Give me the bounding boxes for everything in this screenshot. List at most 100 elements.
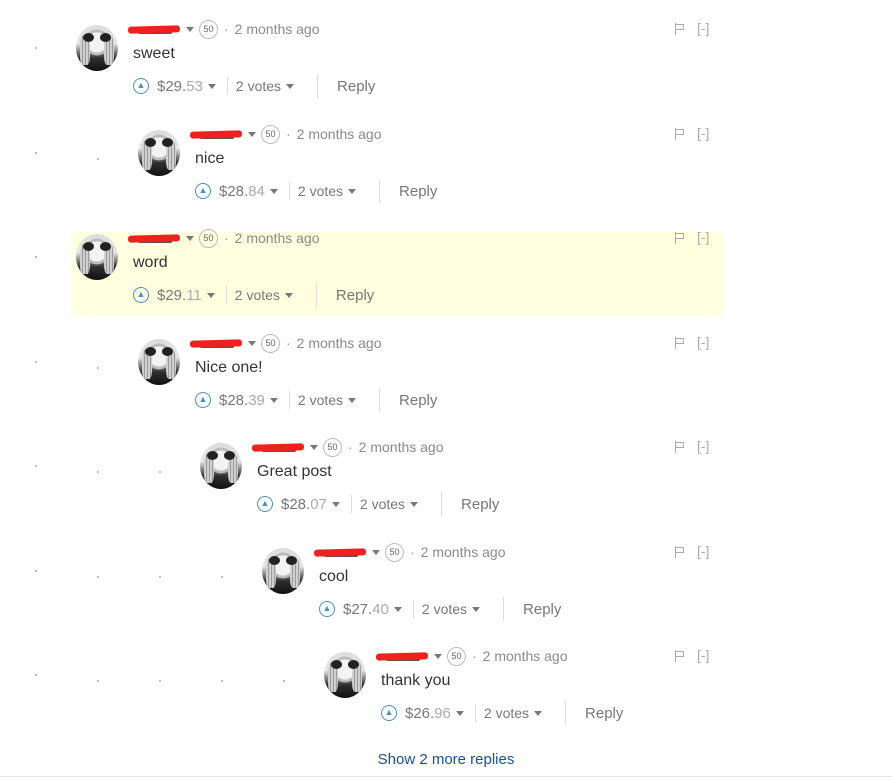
upvote-button[interactable]: ▲: [195, 183, 211, 199]
author-name-redacted[interactable]: [189, 337, 246, 349]
caret-down-icon[interactable]: [472, 606, 481, 612]
avatar[interactable]: [76, 25, 118, 71]
flag-icon[interactable]: [675, 650, 685, 662]
caret-down-icon[interactable]: [248, 340, 256, 346]
comment-footer: ▲ $29.53 2 votes Reply: [133, 73, 375, 99]
collapse-button[interactable]: [-]: [697, 125, 709, 141]
flag-icon[interactable]: [675, 546, 685, 558]
flag-icon[interactable]: [675, 337, 685, 349]
upvote-button[interactable]: ▲: [133, 78, 149, 94]
caret-down-icon[interactable]: [348, 397, 357, 403]
comment-timestamp[interactable]: 2 months ago: [483, 648, 568, 664]
flag-icon[interactable]: [675, 128, 685, 140]
payout-amount[interactable]: $27.40: [343, 601, 389, 618]
comment: 50 · 2 months ago Great post ▲ $28.07 2 …: [0, 437, 892, 551]
caret-down-icon[interactable]: [286, 83, 295, 89]
caret-down-icon[interactable]: [284, 292, 293, 298]
payout-amount[interactable]: $26.96: [405, 705, 451, 722]
reply-button[interactable]: Reply: [399, 392, 437, 409]
caret-down-icon[interactable]: [206, 292, 215, 298]
upvote-button[interactable]: ▲: [195, 392, 211, 408]
thread-guide-dot: [35, 152, 37, 154]
votes-count[interactable]: 2 votes: [484, 705, 529, 721]
avatar[interactable]: [200, 443, 242, 489]
comment-timestamp[interactable]: 2 months ago: [297, 126, 382, 142]
avatar[interactable]: [76, 234, 118, 280]
upvote-button[interactable]: ▲: [381, 705, 397, 721]
collapse-button[interactable]: [-]: [697, 647, 709, 663]
avatar[interactable]: [138, 130, 180, 176]
thread-guide-dot: [35, 256, 37, 258]
payout-amount[interactable]: $28.84: [219, 183, 265, 200]
avatar[interactable]: [262, 548, 304, 594]
comment-timestamp[interactable]: 2 months ago: [421, 544, 506, 560]
avatar-glasses: [331, 660, 359, 670]
reputation-badge: 50: [261, 333, 280, 353]
votes-count[interactable]: 2 votes: [235, 287, 280, 303]
comment-header: 50 · 2 months ago: [127, 228, 320, 248]
caret-down-icon[interactable]: [372, 549, 380, 555]
show-more-replies-link[interactable]: Show 2 more replies: [0, 751, 892, 768]
payout-amount[interactable]: $28.39: [219, 392, 265, 409]
comment-header: 50 · 2 months ago: [189, 124, 382, 144]
reply-button[interactable]: Reply: [337, 78, 375, 95]
caret-down-icon[interactable]: [410, 501, 419, 507]
caret-down-icon[interactable]: [269, 188, 278, 194]
upvote-button[interactable]: ▲: [319, 601, 335, 617]
flag-icon[interactable]: [675, 441, 685, 453]
author-name-redacted[interactable]: [313, 546, 370, 558]
payout-amount[interactable]: $28.07: [281, 496, 327, 513]
upvote-button[interactable]: ▲: [257, 496, 273, 512]
author-name-redacted[interactable]: [127, 23, 184, 35]
comment-timestamp[interactable]: 2 months ago: [297, 335, 382, 351]
collapse-button[interactable]: [-]: [697, 334, 709, 350]
reply-button[interactable]: Reply: [523, 601, 561, 618]
caret-down-icon[interactable]: [310, 444, 318, 450]
payout-amount[interactable]: $29.11: [157, 287, 202, 304]
author-name-redacted[interactable]: [189, 128, 246, 140]
comment-timestamp[interactable]: 2 months ago: [235, 230, 320, 246]
caret-down-icon[interactable]: [534, 710, 543, 716]
reply-button[interactable]: Reply: [399, 183, 437, 200]
avatar[interactable]: [324, 652, 366, 698]
caret-down-icon[interactable]: [434, 653, 442, 659]
collapse-button[interactable]: [-]: [697, 543, 709, 559]
caret-down-icon[interactable]: [269, 397, 278, 403]
caret-down-icon[interactable]: [186, 235, 194, 241]
votes-count[interactable]: 2 votes: [236, 78, 281, 94]
comment-timestamp[interactable]: 2 months ago: [235, 21, 320, 37]
caret-down-icon[interactable]: [348, 188, 357, 194]
caret-down-icon[interactable]: [248, 131, 256, 137]
reply-button[interactable]: Reply: [585, 705, 623, 722]
upvote-button[interactable]: ▲: [133, 287, 149, 303]
votes-count[interactable]: 2 votes: [422, 601, 467, 617]
caret-down-icon[interactable]: [393, 606, 402, 612]
comment-timestamp[interactable]: 2 months ago: [359, 439, 444, 455]
comment-header: 50 · 2 months ago: [251, 437, 444, 457]
divider: [474, 704, 476, 722]
flag-icon[interactable]: [675, 23, 685, 35]
payout-amount[interactable]: $29.53: [157, 78, 203, 95]
reply-button[interactable]: Reply: [461, 496, 499, 513]
votes-count[interactable]: 2 votes: [298, 392, 343, 408]
comment: 50 · 2 months ago thank you ▲ $26.96 2 v…: [0, 646, 892, 760]
caret-down-icon[interactable]: [186, 26, 194, 32]
author-name-redacted[interactable]: [127, 232, 184, 244]
collapse-button[interactable]: [-]: [697, 229, 709, 245]
caret-down-icon[interactable]: [455, 710, 464, 716]
author-name-redacted[interactable]: [251, 441, 308, 453]
avatar[interactable]: [138, 339, 180, 385]
flag-icon[interactable]: [675, 232, 685, 244]
collapse-button[interactable]: [-]: [697, 438, 709, 454]
collapse-button[interactable]: [-]: [697, 20, 709, 36]
votes-count[interactable]: 2 votes: [298, 183, 343, 199]
separator: ·: [286, 126, 291, 142]
caret-down-icon[interactable]: [331, 501, 340, 507]
divider: [379, 388, 381, 412]
votes-count[interactable]: 2 votes: [360, 496, 405, 512]
author-name-redacted[interactable]: [375, 650, 432, 662]
divider: [565, 701, 567, 725]
comment-body: Nice one!: [195, 359, 263, 376]
reply-button[interactable]: Reply: [336, 287, 374, 304]
caret-down-icon[interactable]: [207, 83, 216, 89]
